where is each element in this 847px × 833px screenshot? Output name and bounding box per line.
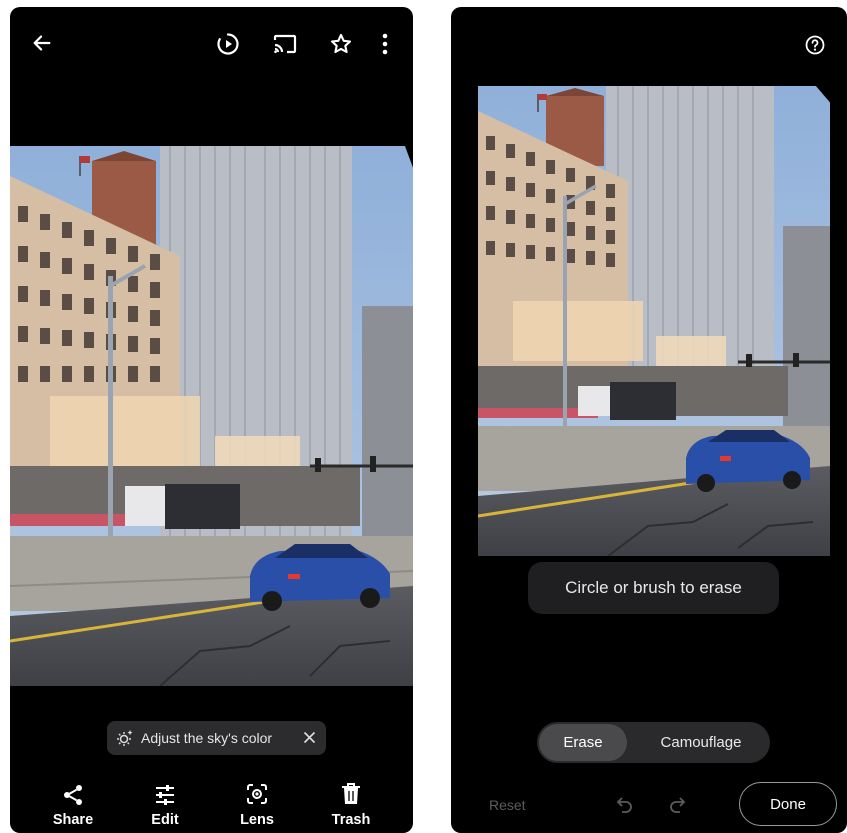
play-circle-icon bbox=[217, 33, 239, 55]
help-button[interactable] bbox=[803, 33, 827, 57]
favorite-button[interactable] bbox=[326, 29, 356, 59]
sky-sparkle-icon bbox=[116, 729, 134, 747]
more-options-button[interactable] bbox=[374, 29, 396, 59]
arrow-left-icon bbox=[33, 35, 51, 51]
redo-button[interactable] bbox=[665, 792, 689, 816]
street-scene-image bbox=[10, 146, 413, 686]
trash-label: Trash bbox=[331, 812, 371, 828]
photo-preview[interactable] bbox=[10, 146, 413, 686]
lens-button[interactable]: Lens bbox=[222, 779, 292, 833]
share-icon bbox=[61, 783, 85, 807]
lens-label: Lens bbox=[240, 812, 274, 828]
slideshow-button[interactable] bbox=[213, 29, 243, 59]
sky-suggestion-chip[interactable]: Adjust the sky's color bbox=[107, 721, 326, 755]
share-label: Share bbox=[52, 812, 94, 828]
help-circle-icon bbox=[805, 35, 825, 55]
street-scene-image bbox=[478, 86, 830, 556]
erase-mode-button[interactable]: Erase bbox=[539, 724, 627, 761]
redo-icon bbox=[670, 797, 686, 813]
erase-hint-toast: Circle or brush to erase bbox=[528, 562, 779, 614]
edit-label: Edit bbox=[151, 812, 179, 828]
eraser-mode-toggle: Erase Camouflage bbox=[537, 722, 770, 763]
cast-button[interactable] bbox=[270, 29, 300, 59]
back-button[interactable] bbox=[28, 29, 56, 57]
close-icon[interactable] bbox=[303, 731, 316, 744]
lens-icon bbox=[246, 783, 268, 805]
photo-edit-canvas[interactable] bbox=[478, 86, 830, 556]
sliders-icon bbox=[154, 784, 176, 806]
sky-suggestion-label: Adjust the sky's color bbox=[141, 730, 273, 746]
edit-button[interactable]: Edit bbox=[130, 779, 200, 833]
more-vertical-icon bbox=[382, 33, 388, 55]
reset-button[interactable]: Reset bbox=[489, 797, 526, 813]
camouflage-mode-button[interactable]: Camouflage bbox=[633, 722, 769, 763]
star-outline-icon bbox=[330, 33, 352, 54]
undo-icon bbox=[616, 797, 632, 813]
done-button[interactable]: Done bbox=[739, 782, 837, 826]
trash-button[interactable]: Trash bbox=[316, 779, 386, 833]
photo-viewer-screen: Adjust the sky's color Share Edit Lens T… bbox=[10, 7, 413, 833]
undo-button[interactable] bbox=[613, 792, 637, 816]
magic-eraser-screen: Circle or brush to erase Erase Camouflag… bbox=[451, 7, 847, 833]
trash-icon bbox=[341, 782, 361, 806]
share-button[interactable]: Share bbox=[38, 779, 108, 833]
cast-icon bbox=[273, 34, 297, 54]
